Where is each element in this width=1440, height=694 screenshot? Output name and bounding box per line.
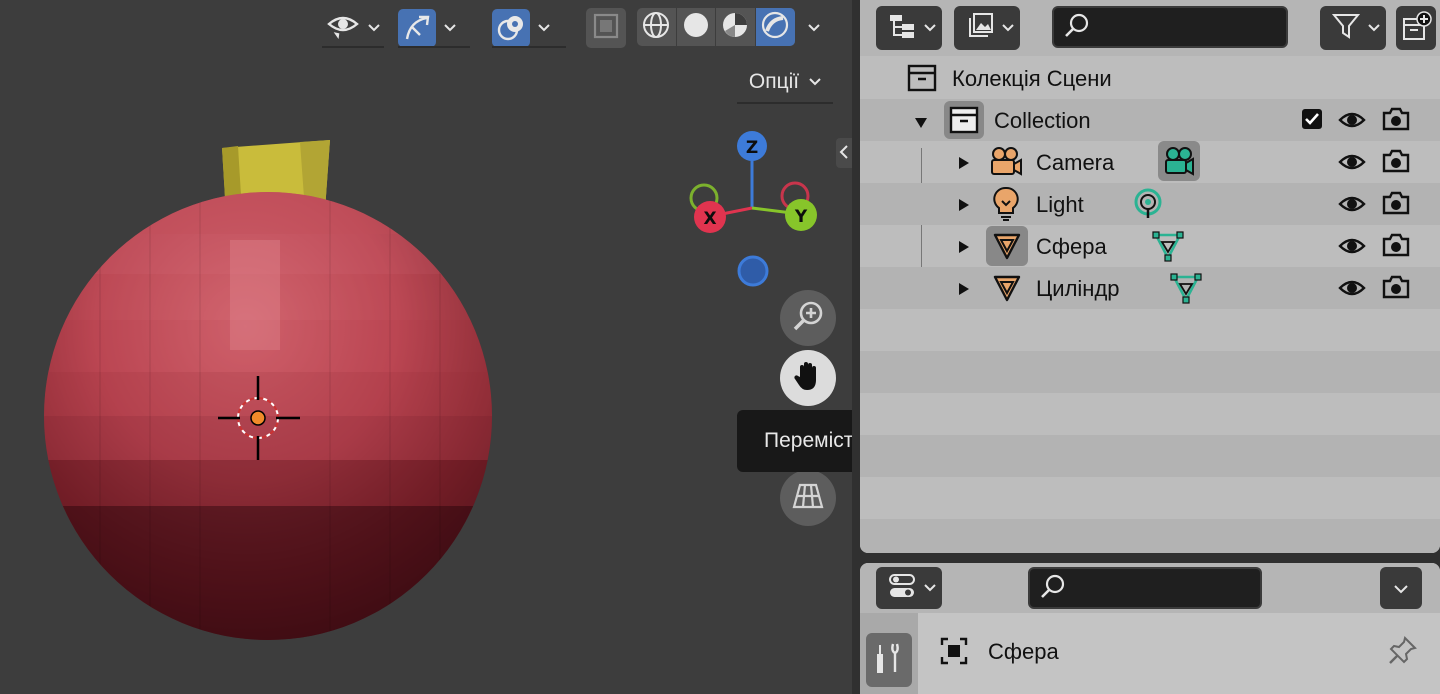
chevron-down-icon — [1394, 579, 1408, 598]
camera-object-icon — [986, 143, 1026, 181]
checkbox-checked-icon[interactable] — [1301, 108, 1323, 134]
tree-row-empty — [860, 519, 1440, 553]
grid-perspective-icon — [791, 479, 825, 517]
light-bulb-icon — [988, 185, 1024, 223]
eye-icon[interactable] — [1338, 108, 1366, 136]
tree-row-scene-collection[interactable]: Колекція Сцени — [860, 57, 1440, 99]
mesh-object-icon — [986, 226, 1028, 266]
zoom-view-button[interactable] — [780, 290, 836, 346]
tree-row-empty — [860, 351, 1440, 393]
new-collection-icon — [1400, 10, 1432, 46]
light-data-icon[interactable] — [1130, 186, 1166, 222]
search-icon — [1040, 573, 1066, 603]
outliner-search-input[interactable] — [1052, 6, 1288, 48]
tree-row-empty — [860, 435, 1440, 477]
tools-icon — [873, 641, 905, 679]
hand-icon — [791, 359, 825, 397]
properties-tabs-sidebar — [860, 613, 918, 694]
editor-type-dropdown[interactable] — [876, 567, 942, 609]
display-mode-dropdown[interactable] — [876, 6, 942, 50]
properties-options-dropdown[interactable] — [1380, 567, 1422, 609]
mesh-data-icon[interactable] — [1150, 228, 1186, 264]
gizmo-y-label: Y — [794, 207, 808, 227]
navigation-gizmo[interactable]: Z X Y — [689, 131, 817, 287]
tree-row-empty — [860, 309, 1440, 351]
expand-arrow-icon[interactable] — [914, 114, 928, 133]
tree-row-collection[interactable]: Collection — [860, 99, 1440, 141]
camera-render-icon[interactable] — [1382, 274, 1410, 304]
tree-label: Колекція Сцени — [952, 66, 1112, 91]
mesh-object-icon — [986, 268, 1028, 308]
properties-body: Сфера — [918, 613, 1440, 694]
sidebar-toggle[interactable] — [836, 138, 852, 168]
mesh-data-icon[interactable] — [1168, 270, 1204, 306]
gizmo-z-label: Z — [746, 138, 758, 158]
expand-arrow-icon[interactable] — [958, 281, 970, 300]
move-view-button[interactable] — [780, 350, 836, 406]
tree-label: Collection — [994, 108, 1091, 133]
tooltip-text: Перемістити перегляд — [764, 429, 852, 452]
new-collection-button[interactable] — [1396, 6, 1436, 50]
image-stack-icon — [966, 12, 994, 44]
properties-search-input[interactable] — [1028, 567, 1262, 609]
tree-label: Сфера — [1036, 234, 1107, 259]
tree-row-camera[interactable]: Camera — [860, 141, 1440, 183]
filter-view-dropdown[interactable] — [954, 6, 1020, 50]
object-name-label: Сфера — [988, 639, 1059, 664]
camera-render-icon[interactable] — [1382, 232, 1410, 262]
outliner-panel[interactable]: Колекція Сцени Collection Camera Light С… — [860, 0, 1440, 553]
camera-render-icon[interactable] — [1382, 106, 1410, 136]
scene-render[interactable]: Z X Y — [0, 0, 852, 694]
3d-viewport[interactable]: Опції Z X Y Переміст — [0, 0, 852, 694]
properties-panel[interactable]: Сфера — [860, 563, 1440, 694]
properties-toggle-icon — [888, 573, 916, 603]
chevron-down-icon — [924, 24, 936, 32]
toggle-camera-view-button[interactable] — [780, 470, 836, 526]
tree-label: Camera — [1036, 150, 1115, 175]
tree-row-light[interactable]: Light — [860, 183, 1440, 225]
tab-tool[interactable] — [866, 633, 912, 687]
tooltip: Перемістити перегляд — [737, 410, 852, 472]
tree-row-empty — [860, 393, 1440, 435]
camera-render-icon[interactable] — [1382, 148, 1410, 178]
expand-arrow-icon[interactable] — [958, 197, 970, 216]
chevron-down-icon — [1368, 24, 1380, 32]
camera-render-icon[interactable] — [1382, 190, 1410, 220]
gizmo-x-label: X — [703, 209, 716, 229]
expand-arrow-icon[interactable] — [958, 239, 970, 258]
tree-label: Циліндр — [1036, 276, 1120, 301]
filter-dropdown[interactable] — [1320, 6, 1386, 50]
zoom-icon — [791, 299, 825, 337]
tree-row-empty — [860, 477, 1440, 519]
collection-box-icon — [906, 63, 938, 93]
funnel-icon — [1331, 12, 1361, 44]
chevron-down-icon — [1002, 24, 1014, 32]
hierarchy-icon — [888, 12, 916, 44]
eye-icon[interactable] — [1338, 276, 1366, 304]
collection-box-icon — [944, 101, 984, 139]
gizmo-neg-z-handle[interactable] — [737, 255, 769, 287]
tree-row-cylinder[interactable]: Циліндр — [860, 267, 1440, 309]
chevron-down-icon — [924, 584, 936, 592]
object-bounds-icon — [940, 637, 968, 669]
tree-row-sphere[interactable]: Сфера — [860, 225, 1440, 267]
sphere-object[interactable] — [40, 190, 500, 646]
outliner-header — [860, 0, 1440, 56]
eye-icon[interactable] — [1338, 150, 1366, 178]
eye-icon[interactable] — [1338, 234, 1366, 262]
eye-icon[interactable] — [1338, 192, 1366, 220]
expand-arrow-icon[interactable] — [958, 155, 970, 174]
tree-label: Light — [1036, 192, 1084, 217]
chevron-left-icon — [839, 144, 849, 163]
properties-header — [860, 563, 1440, 613]
camera-data-icon[interactable] — [1158, 141, 1200, 181]
search-icon — [1064, 12, 1090, 42]
pin-icon[interactable] — [1388, 635, 1418, 669]
